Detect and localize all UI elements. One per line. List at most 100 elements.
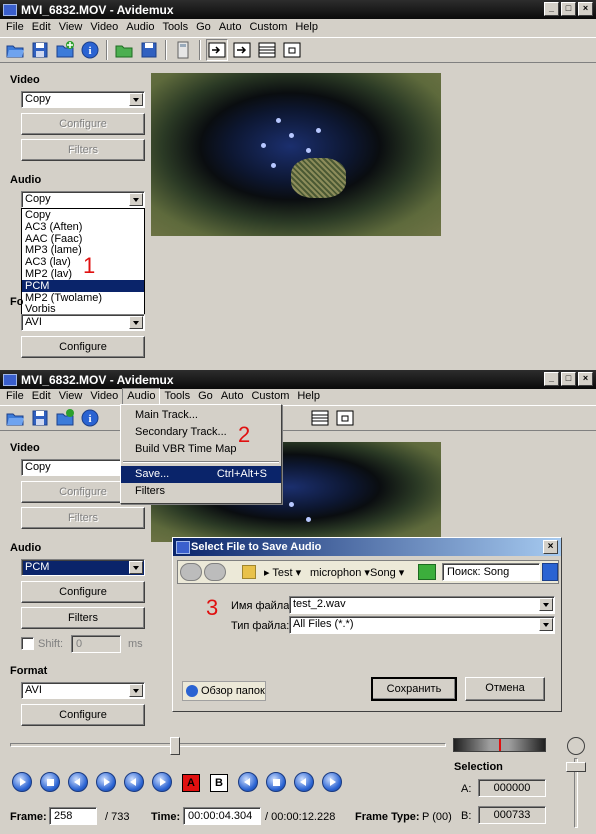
dropdown-option[interactable]: AAC (Faac) bbox=[22, 233, 144, 245]
menu-auto[interactable]: Auto bbox=[217, 388, 248, 405]
minimize-button[interactable]: _ bbox=[544, 2, 559, 16]
menu-custom[interactable]: Custom bbox=[245, 19, 291, 36]
video-codec-select[interactable]: Copy bbox=[21, 91, 145, 108]
minimize-button[interactable]: _ bbox=[544, 372, 559, 386]
split-view-icon[interactable] bbox=[256, 39, 278, 61]
timeline-track[interactable] bbox=[10, 743, 446, 747]
go-marker-a-icon[interactable] bbox=[238, 772, 258, 792]
next-frame-icon[interactable] bbox=[96, 772, 116, 792]
frame-input[interactable]: 258 bbox=[49, 807, 97, 825]
breadcrumb-item[interactable]: ▸ Test ▾ bbox=[264, 566, 301, 579]
save-video-icon[interactable] bbox=[138, 39, 160, 61]
time-input[interactable]: 00:00:04.304 bbox=[183, 807, 261, 825]
maximize-button[interactable]: □ bbox=[561, 2, 576, 16]
menu-help[interactable]: Help bbox=[293, 388, 324, 405]
volume-thumb[interactable] bbox=[566, 762, 586, 772]
close-icon[interactable]: × bbox=[543, 540, 558, 554]
audio-configure-button[interactable]: Configure bbox=[21, 581, 145, 603]
breadcrumb-item[interactable]: microphon ▾ bbox=[310, 566, 370, 579]
format-configure-button[interactable]: Configure bbox=[21, 336, 145, 358]
menu-item-filters[interactable]: Filters bbox=[121, 483, 281, 500]
previous-frame-icon[interactable] bbox=[68, 772, 88, 792]
save-button[interactable]: Сохранить bbox=[371, 677, 457, 701]
menu-edit[interactable]: Edit bbox=[28, 388, 55, 405]
dropdown-option[interactable]: AC3 (Aften) bbox=[22, 221, 144, 233]
jog-shuttle[interactable] bbox=[453, 738, 546, 752]
calculator-icon[interactable] bbox=[172, 39, 194, 61]
save-icon[interactable] bbox=[29, 407, 51, 429]
dropdown-option[interactable]: Copy bbox=[22, 209, 144, 221]
menu-tools[interactable]: Tools bbox=[158, 19, 192, 36]
maximize-button[interactable]: □ bbox=[561, 372, 576, 386]
menu-view[interactable]: View bbox=[55, 19, 87, 36]
previous-keyframe-icon[interactable] bbox=[124, 772, 144, 792]
format-configure-button[interactable]: Configure bbox=[21, 704, 145, 726]
menu-item-build-vbr[interactable]: Build VBR Time Map bbox=[121, 441, 281, 458]
video-filters-button[interactable]: Filters bbox=[21, 139, 145, 161]
preview-icon[interactable] bbox=[281, 39, 303, 61]
menu-custom[interactable]: Custom bbox=[247, 388, 293, 405]
append-icon[interactable] bbox=[54, 39, 76, 61]
menu-item-save[interactable]: Save... Ctrl+Alt+S bbox=[121, 466, 281, 483]
menu-video[interactable]: Video bbox=[86, 19, 122, 36]
browse-folders-button[interactable]: Обзор папок bbox=[182, 681, 266, 701]
format-select[interactable]: AVI bbox=[21, 314, 145, 331]
close-button[interactable]: × bbox=[578, 2, 593, 16]
menu-help[interactable]: Help bbox=[291, 19, 322, 36]
close-button[interactable]: × bbox=[578, 372, 593, 386]
menu-tools[interactable]: Tools bbox=[160, 388, 194, 405]
audio-codec-select[interactable]: Copy bbox=[21, 191, 145, 208]
dropdown-option-selected[interactable]: PCM bbox=[22, 279, 144, 292]
volume-knob[interactable] bbox=[567, 737, 585, 755]
menu-go[interactable]: Go bbox=[194, 388, 217, 405]
chevron-down-icon[interactable] bbox=[129, 316, 143, 329]
chevron-down-icon[interactable] bbox=[539, 618, 553, 631]
menu-file[interactable]: File bbox=[2, 19, 28, 36]
save-icon[interactable] bbox=[29, 39, 51, 61]
menu-view[interactable]: View bbox=[55, 388, 87, 405]
refresh-icon[interactable] bbox=[418, 564, 436, 580]
search-input[interactable]: Поиск: Song bbox=[442, 563, 540, 581]
cancel-button[interactable]: Отмена bbox=[465, 677, 545, 701]
chevron-down-icon[interactable] bbox=[129, 684, 143, 697]
shift-checkbox[interactable] bbox=[21, 637, 34, 650]
menu-edit[interactable]: Edit bbox=[28, 19, 55, 36]
play-icon[interactable] bbox=[12, 772, 32, 792]
preview-icon[interactable] bbox=[334, 407, 356, 429]
open-icon[interactable] bbox=[4, 39, 26, 61]
append-icon[interactable] bbox=[54, 407, 76, 429]
next-black-frame-icon[interactable] bbox=[322, 772, 342, 792]
input-view-icon[interactable] bbox=[206, 39, 228, 61]
marker-b-button[interactable]: B bbox=[210, 774, 228, 792]
chevron-down-icon[interactable] bbox=[129, 561, 143, 574]
open-icon[interactable] bbox=[4, 407, 26, 429]
audio-codec-select[interactable]: PCM bbox=[21, 559, 145, 576]
video-configure-button[interactable]: Configure bbox=[21, 113, 145, 135]
back-arrow-icon[interactable] bbox=[180, 563, 202, 581]
marker-a-button[interactable]: A bbox=[182, 774, 200, 792]
dropdown-option[interactable]: MP2 (Twolame) bbox=[22, 292, 144, 304]
output-view-icon[interactable] bbox=[231, 39, 253, 61]
menu-video[interactable]: Video bbox=[86, 388, 122, 405]
breadcrumb-item[interactable]: Song ▾ bbox=[370, 566, 404, 579]
search-icon[interactable] bbox=[542, 563, 558, 581]
menu-file[interactable]: File bbox=[2, 388, 28, 405]
menu-auto[interactable]: Auto bbox=[215, 19, 246, 36]
menu-audio[interactable]: Audio bbox=[122, 19, 158, 36]
split-view-icon[interactable] bbox=[309, 407, 331, 429]
chevron-down-icon[interactable] bbox=[129, 93, 143, 106]
chevron-down-icon[interactable] bbox=[539, 598, 553, 611]
previous-black-frame-icon[interactable] bbox=[294, 772, 314, 792]
menu-item-secondary-track[interactable]: Secondary Track... bbox=[121, 424, 281, 441]
menu-audio[interactable]: Audio bbox=[122, 388, 161, 405]
chevron-down-icon[interactable] bbox=[129, 193, 143, 206]
forward-arrow-icon[interactable] bbox=[204, 563, 226, 581]
timeline-thumb[interactable] bbox=[170, 737, 180, 755]
stop-icon[interactable] bbox=[40, 772, 60, 792]
format-select[interactable]: AVI bbox=[21, 682, 145, 699]
video-filters-button[interactable]: Filters bbox=[21, 507, 145, 529]
menu-item-main-track[interactable]: Main Track... bbox=[121, 407, 281, 424]
go-marker-b-icon[interactable] bbox=[266, 772, 286, 792]
filetype-select[interactable]: All Files (*.*) bbox=[289, 616, 555, 634]
audio-filters-button[interactable]: Filters bbox=[21, 607, 145, 629]
